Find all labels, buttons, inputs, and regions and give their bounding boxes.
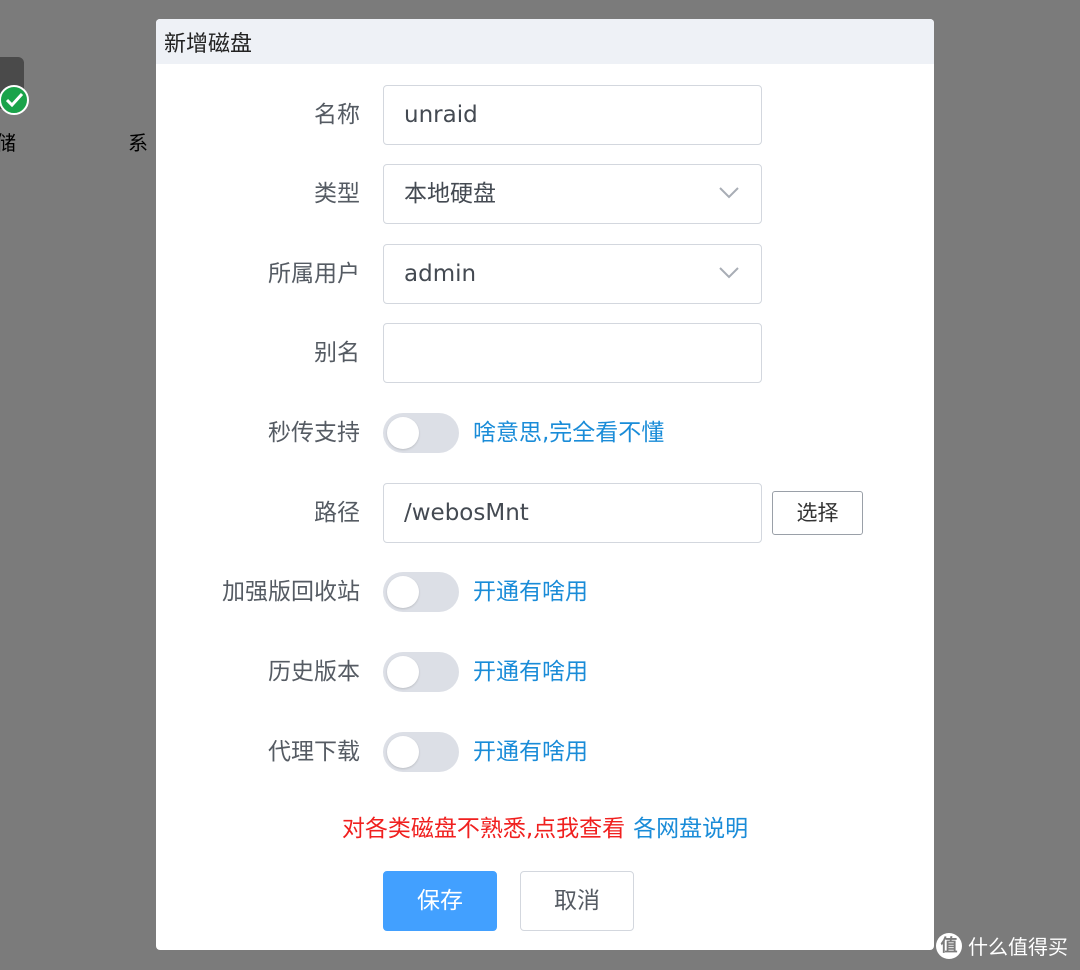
- alias-input[interactable]: [383, 323, 762, 383]
- toggle-knob: [387, 736, 419, 768]
- path-label: 路径: [314, 500, 360, 526]
- form-row-name: 名称: [156, 85, 934, 145]
- add-disk-dialog: 新增磁盘 名称 类型 本地硬盘 所属用户 admin 别名 秒传支持 啥意思,完…: [156, 19, 934, 950]
- history-toggle[interactable]: [383, 652, 459, 692]
- owner-select-value: admin: [404, 261, 477, 287]
- chevron-down-icon: [719, 267, 739, 279]
- form-row-instant-upload: 秒传支持 啥意思,完全看不懂: [156, 403, 934, 463]
- form-row-history: 历史版本 开通有啥用: [156, 642, 934, 702]
- form-row-recycle-bin: 加强版回收站 开通有啥用: [156, 562, 934, 622]
- type-label: 类型: [314, 181, 360, 207]
- cancel-button[interactable]: 取消: [520, 871, 634, 931]
- toggle-knob: [387, 576, 419, 608]
- disk-guide-link[interactable]: 各网盘说明: [633, 816, 748, 842]
- alias-label: 别名: [314, 340, 360, 366]
- toggle-knob: [387, 656, 419, 688]
- path-input[interactable]: [383, 483, 762, 543]
- watermark-text: 什么值得买: [968, 935, 1068, 959]
- toggle-knob: [387, 417, 419, 449]
- form-row-owner: 所属用户 admin: [156, 244, 934, 304]
- watermark-logo-icon: 值: [936, 932, 962, 959]
- proxy-download-label: 代理下载: [268, 739, 360, 765]
- form-row-path: 路径 选择: [156, 483, 934, 543]
- chevron-down-icon: [719, 187, 739, 199]
- check-badge-icon: [0, 85, 29, 115]
- disk-help-notice: 对各类磁盘不熟悉,点我查看 各网盘说明: [156, 809, 934, 843]
- form-row-proxy-download: 代理下载 开通有啥用: [156, 722, 934, 782]
- type-select[interactable]: 本地硬盘: [383, 164, 762, 224]
- recycle-bin-help-link[interactable]: 开通有啥用: [473, 562, 588, 622]
- form-row-alias: 别名: [156, 323, 934, 383]
- watermark: 值 什么值得买: [936, 931, 1068, 960]
- dialog-title: 新增磁盘: [164, 31, 253, 57]
- type-select-value: 本地硬盘: [404, 181, 496, 207]
- recycle-bin-toggle[interactable]: [383, 572, 459, 612]
- owner-label: 所属用户: [268, 261, 360, 287]
- form-row-type: 类型 本地硬盘: [156, 164, 934, 224]
- history-label: 历史版本: [268, 659, 360, 685]
- recycle-bin-label: 加强版回收站: [222, 579, 360, 605]
- owner-select[interactable]: admin: [383, 244, 762, 304]
- proxy-download-help-link[interactable]: 开通有啥用: [473, 722, 588, 782]
- proxy-download-toggle[interactable]: [383, 732, 459, 772]
- desktop-icon-label: 存储: [0, 131, 16, 155]
- name-input[interactable]: [383, 85, 762, 145]
- history-help-link[interactable]: 开通有啥用: [473, 642, 588, 702]
- save-button[interactable]: 保存: [383, 871, 497, 931]
- desktop-icon-label: 系: [128, 131, 148, 155]
- name-label: 名称: [314, 102, 360, 128]
- choose-path-button[interactable]: 选择: [772, 491, 863, 535]
- dialog-header: 新增磁盘: [156, 19, 934, 64]
- desktop-icon-storage[interactable]: 存储: [0, 55, 40, 155]
- instant-upload-help-link[interactable]: 啥意思,完全看不懂: [473, 403, 664, 463]
- instant-upload-toggle[interactable]: [383, 413, 459, 453]
- instant-upload-label: 秒传支持: [268, 420, 360, 446]
- notice-text[interactable]: 对各类磁盘不熟悉,点我查看: [342, 816, 625, 842]
